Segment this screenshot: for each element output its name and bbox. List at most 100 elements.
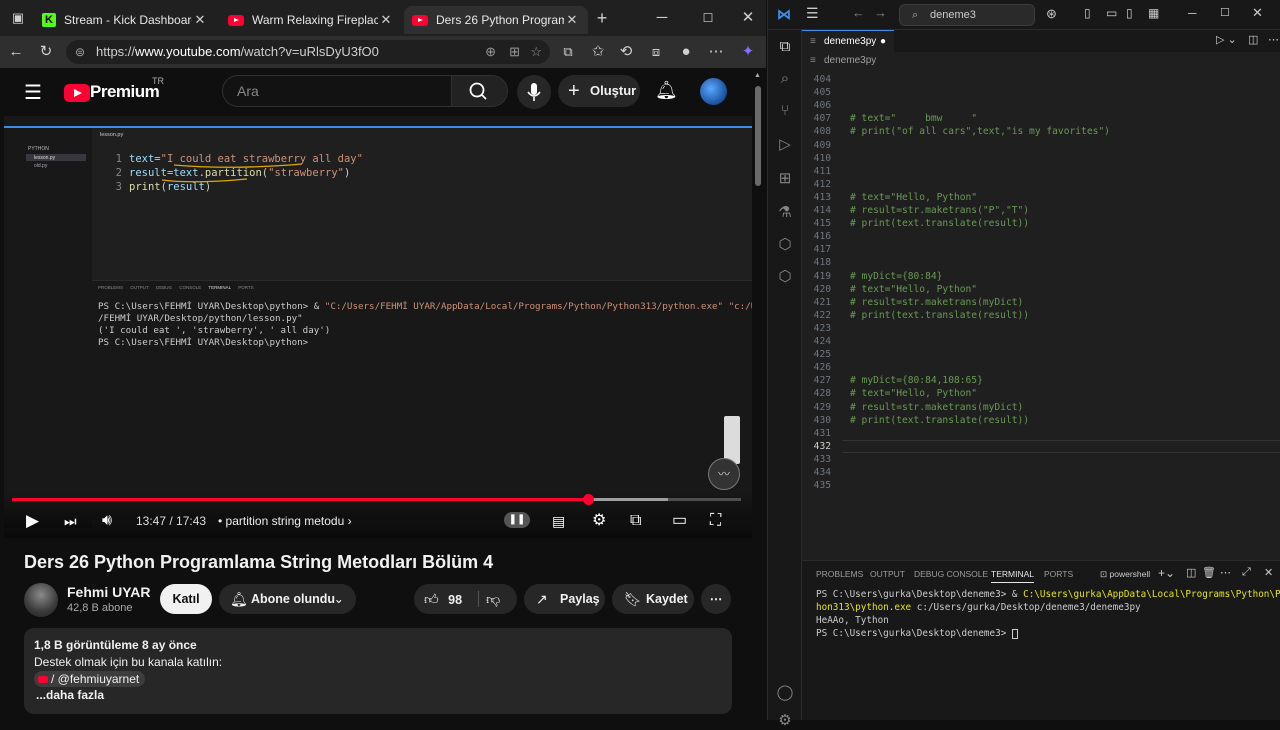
description-box[interactable]: 1,8 B görüntüleme 8 ay önce Destek olmak… xyxy=(24,628,732,714)
tab-problems[interactable]: PROBLEMS xyxy=(816,569,863,579)
tab-actions-icon[interactable]: ▣ xyxy=(8,8,28,28)
channel-avatar[interactable] xyxy=(24,583,58,617)
settings-gear-icon[interactable]: ⚙ xyxy=(592,510,606,532)
minimize-icon[interactable]: ─ xyxy=(1188,6,1197,20)
close-icon[interactable]: ✕ xyxy=(192,12,208,28)
back-icon[interactable]: ← xyxy=(6,42,26,62)
theater-mode-icon[interactable]: ▭ xyxy=(672,510,687,532)
source-control-icon[interactable]: ⑂ xyxy=(776,102,794,120)
new-tab-icon[interactable]: + xyxy=(592,8,612,28)
progress-bar[interactable] xyxy=(12,494,741,505)
extensions-icon[interactable]: ⊞ xyxy=(776,170,794,188)
screenshot-icon[interactable]: ⧈ xyxy=(646,42,666,62)
toggle-panel-icon[interactable]: ▭ xyxy=(1106,6,1117,20)
tab-output[interactable]: OUTPUT xyxy=(870,569,905,579)
close-icon[interactable]: ✕ xyxy=(378,12,394,28)
code-editor[interactable]: 404 405 406 407 # text=" bmw " 408 # print("of… xyxy=(802,70,1280,558)
python-env-icon[interactable]: ⬡ xyxy=(776,268,794,286)
voice-search-button[interactable] xyxy=(517,75,551,109)
search-button[interactable] xyxy=(452,75,508,107)
account-icon[interactable]: ◯ xyxy=(776,684,794,702)
maximize-panel-icon[interactable]: ⤢ xyxy=(1242,566,1251,579)
url-field[interactable]: ⊜ https://www.youtube.com/watch?v=uRlsDy… xyxy=(66,40,550,64)
tab-deneme3py[interactable]: ≡ deneme3py ● xyxy=(802,30,894,52)
show-more-link[interactable]: ...daha fazla xyxy=(36,688,104,702)
manage-gear-icon[interactable]: ⚙ xyxy=(776,712,794,730)
kill-terminal-icon[interactable]: 🗑︎ xyxy=(1202,566,1216,579)
save-button[interactable]: 🔖︎ Kaydet xyxy=(612,584,694,614)
video-player[interactable]: PYTHON lesson.py old.py lesson.py 1 text… xyxy=(4,116,752,538)
more-actions-icon[interactable]: ⋯ xyxy=(1268,33,1279,46)
create-button[interactable]: + Oluştur xyxy=(558,75,640,107)
account-avatar[interactable] xyxy=(700,78,727,105)
profile-icon[interactable]: ● xyxy=(676,42,696,62)
close-window-icon[interactable]: ✕ xyxy=(738,8,758,28)
nav-back-icon[interactable]: ← xyxy=(852,5,865,20)
menu-icon[interactable]: ☰ xyxy=(806,5,819,22)
tab-ports[interactable]: PORTS xyxy=(1044,569,1073,579)
share-button[interactable]: ↗ Paylaş xyxy=(524,584,605,614)
extension-icon[interactable]: ⧉ xyxy=(558,42,578,62)
close-icon[interactable]: ✕ xyxy=(564,12,580,28)
nav-forward-icon[interactable]: → xyxy=(874,5,887,20)
subscribed-button[interactable]: 🔔︎ Abone olundu ⌄ xyxy=(219,584,356,614)
search-input[interactable]: Ara xyxy=(222,75,452,107)
dislike-button[interactable]: 👎︎ xyxy=(486,584,500,614)
next-icon[interactable]: ⏭ xyxy=(64,510,77,532)
hamburger-menu-icon[interactable]: ☰ xyxy=(24,80,42,105)
autoplay-toggle[interactable]: ❚❚ xyxy=(504,512,530,528)
terminal-shell-selector[interactable]: ⊡ powershell xyxy=(1100,569,1150,580)
maximize-icon[interactable]: ☐ xyxy=(1220,6,1230,19)
more-actions-button[interactable]: ⋯ xyxy=(701,584,731,614)
join-button[interactable]: Katıl xyxy=(160,584,212,614)
favorite-star-icon[interactable]: ☆ xyxy=(530,40,542,64)
minimize-icon[interactable]: ─ xyxy=(652,8,672,28)
split-terminal-icon[interactable]: ◫ xyxy=(1186,566,1196,579)
search-icon[interactable]: ⌕ xyxy=(776,70,794,88)
channel-name[interactable]: Fehmi UYAR xyxy=(67,584,151,600)
more-actions-icon[interactable]: ⋯ xyxy=(1220,566,1231,579)
breadcrumb[interactable]: ≡ deneme3py xyxy=(802,52,1280,70)
scrubber-knob[interactable] xyxy=(582,494,594,505)
channel-handle-link[interactable]: / @fehmiuyarnet xyxy=(34,671,146,687)
more-menu-icon[interactable]: ⋯ xyxy=(706,42,726,62)
copilot-icon[interactable]: ⊛ xyxy=(1046,6,1057,22)
like-button[interactable]: 👍︎ 98 xyxy=(424,584,482,615)
notifications-bell-icon[interactable]: 🔔︎ xyxy=(655,80,678,101)
play-icon[interactable]: ▶ xyxy=(26,510,39,532)
tab-fireplace[interactable]: Warm Relaxing Fireplace ~ Bu ✕ xyxy=(220,6,402,34)
python-icon[interactable]: ⬡ xyxy=(776,236,794,254)
miniplayer-icon[interactable]: ⧉ xyxy=(630,510,641,532)
apps-icon[interactable]: ⊞ xyxy=(509,40,520,64)
layout-icon[interactable]: ▦ xyxy=(1148,6,1159,20)
fullscreen-icon[interactable]: ⛶ xyxy=(710,510,721,532)
favorites-icon[interactable]: ✩ xyxy=(588,42,608,62)
close-window-icon[interactable]: ✕ xyxy=(1252,5,1263,21)
run-file-icon[interactable]: ▷ ⌄ xyxy=(1216,33,1237,46)
command-center[interactable]: ⌕ deneme3 xyxy=(899,4,1035,26)
unsaved-dot-icon[interactable]: ● xyxy=(880,31,886,52)
tab-terminal[interactable]: TERMINAL xyxy=(991,569,1034,583)
split-editor-icon[interactable]: ◫ xyxy=(1248,33,1258,46)
maximize-icon[interactable]: ☐ xyxy=(698,8,718,28)
reader-icon[interactable]: ⊕ xyxy=(485,40,496,64)
new-terminal-icon[interactable]: +⌄ xyxy=(1158,566,1175,580)
site-info-icon[interactable]: ⊜ xyxy=(75,40,85,64)
testing-icon[interactable]: ⚗ xyxy=(776,204,794,222)
subtitles-icon[interactable]: ▤ xyxy=(552,510,565,532)
history-icon[interactable]: ⟲ xyxy=(616,42,636,62)
toggle-sidebar-icon[interactable]: ▯ xyxy=(1084,6,1091,20)
run-debug-icon[interactable]: ▷ xyxy=(776,136,794,154)
tab-debug-console[interactable]: DEBUG CONSOLE xyxy=(914,569,988,579)
explorer-icon[interactable]: ⧉ xyxy=(776,38,794,56)
refresh-icon[interactable]: ↻ xyxy=(36,42,56,62)
volume-icon[interactable]: 🔊︎ xyxy=(102,510,112,532)
copilot-icon[interactable]: ✦ xyxy=(738,42,758,62)
chapter-button[interactable]: • partition string metodu › xyxy=(218,514,352,528)
terminal-prompt[interactable]: PS C:\Users\gurka\Desktop\deneme3> xyxy=(816,628,1018,639)
page-scrollbar-thumb[interactable] xyxy=(755,86,761,186)
tab-kick[interactable]: K Stream - Kick Dashboard ✕ xyxy=(34,6,216,34)
toggle-secondary-icon[interactable]: ▯ xyxy=(1126,6,1133,20)
tab-python-lesson[interactable]: Ders 26 Python Programlama ✕ xyxy=(404,6,588,34)
close-panel-icon[interactable]: ✕ xyxy=(1264,566,1273,579)
